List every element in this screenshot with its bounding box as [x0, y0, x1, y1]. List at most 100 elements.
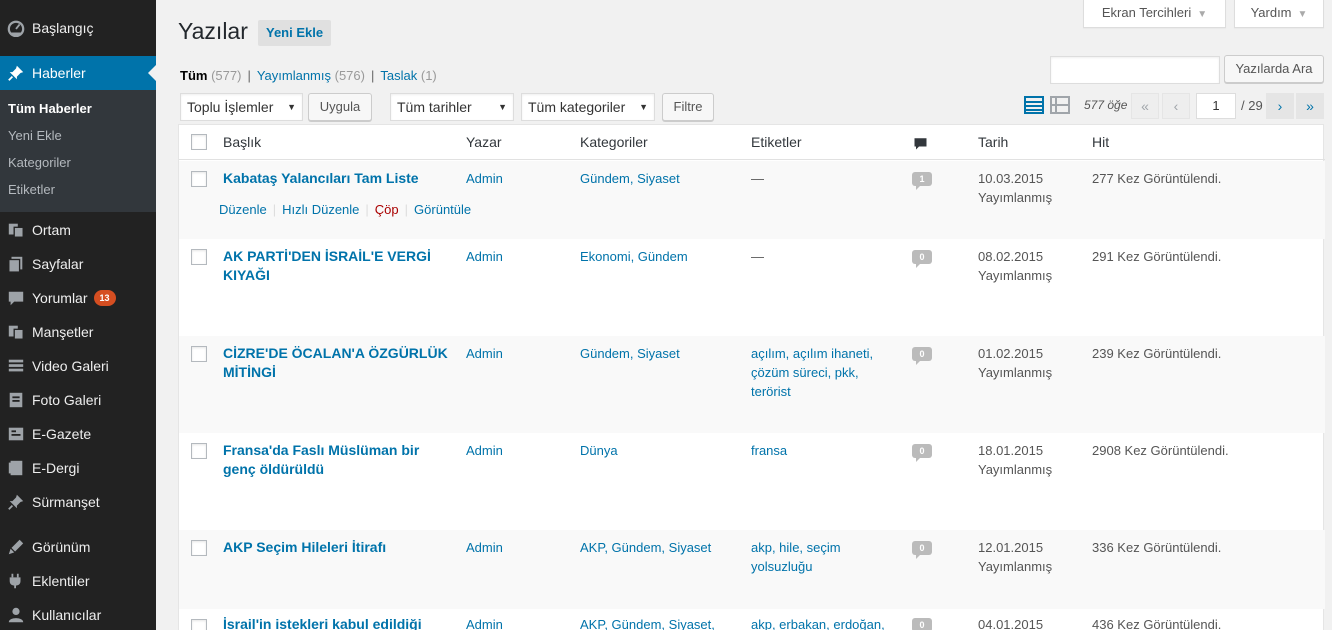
- menu-item-news[interactable]: Haberler: [0, 56, 156, 90]
- view-draft-link[interactable]: Taslak (1): [380, 68, 436, 83]
- menu-item-plugins[interactable]: Eklentiler: [0, 564, 156, 598]
- menu-item-dashboard[interactable]: Başlangıç: [0, 11, 156, 45]
- row-checkbox[interactable]: [191, 171, 207, 187]
- post-title-link[interactable]: CİZRE'DE ÖCALAN'A ÖZGÜRLÜK: [223, 344, 453, 363]
- table-row: CİZRE'DE ÖCALAN'A ÖZGÜRLÜK MİTİNGİ Admin…: [179, 336, 1325, 433]
- menu-item-comments[interactable]: Yorumlar 13: [0, 281, 156, 315]
- view-published-label: Yayımlanmış: [256, 68, 331, 83]
- list-view-icon[interactable]: [1024, 95, 1044, 115]
- row-checkbox[interactable]: [191, 249, 207, 265]
- view-link[interactable]: Görüntüle: [414, 202, 471, 217]
- view-published-link[interactable]: Yayımlanmış (576): [257, 68, 365, 83]
- excerpt-view-icon[interactable]: [1050, 95, 1070, 115]
- post-categories[interactable]: Ekonomi, Gündem: [580, 247, 688, 266]
- post-author[interactable]: Admin: [466, 538, 503, 557]
- menu-item-media[interactable]: Ortam: [0, 213, 156, 247]
- comment-count-bubble[interactable]: 0: [912, 250, 932, 268]
- post-author[interactable]: Admin: [466, 344, 503, 363]
- post-author[interactable]: Admin: [466, 247, 503, 266]
- submenu-add-new[interactable]: Yeni Ekle: [8, 128, 62, 143]
- post-tags-line2[interactable]: çözüm süreci, pkk,: [751, 363, 873, 382]
- dates-value: Tüm tarihler: [397, 99, 472, 115]
- table-row: İsrail'in istekleri kabul edildiği Admin…: [179, 609, 1325, 630]
- post-tags-line3[interactable]: terörist: [751, 382, 873, 401]
- row-checkbox[interactable]: [191, 443, 207, 459]
- submenu-all-news[interactable]: Tüm Haberler: [8, 101, 92, 116]
- menu-item-headlines[interactable]: Manşetler: [0, 315, 156, 349]
- apply-button[interactable]: Uygula: [308, 93, 372, 121]
- post-title-link[interactable]: AKP Seçim Hileleri İtirafı: [223, 538, 453, 557]
- menu-item-photo-gallery[interactable]: Foto Galeri: [0, 383, 156, 417]
- trash-link[interactable]: Çöp: [375, 202, 399, 217]
- bulk-actions-select[interactable]: Toplu İşlemler ▼: [180, 93, 303, 121]
- last-page-button[interactable]: »: [1296, 93, 1324, 119]
- post-author[interactable]: Admin: [466, 441, 503, 460]
- menu-item-appearance[interactable]: Görünüm: [0, 530, 156, 564]
- post-categories[interactable]: AKP, Gündem, Siyaset,: [580, 615, 715, 630]
- column-title-header[interactable]: Başlık: [223, 134, 261, 150]
- post-title-link-line2[interactable]: KIYAĞI: [223, 266, 453, 285]
- next-page-button[interactable]: ›: [1266, 93, 1294, 119]
- menu-item-pages[interactable]: Sayfalar: [0, 247, 156, 281]
- post-tags[interactable]: akp, erbakan, erdoğan,: [751, 615, 885, 630]
- prev-page-button[interactable]: ‹: [1162, 93, 1190, 119]
- search-posts-button[interactable]: Yazılarda Ara: [1224, 55, 1324, 83]
- edit-link[interactable]: Düzenle: [219, 202, 267, 217]
- post-status-views: Tüm (577) | Yayımlanmış (576) | Taslak (1): [180, 68, 437, 83]
- help-tab[interactable]: Yardım ▼: [1234, 0, 1324, 28]
- row-checkbox[interactable]: [191, 346, 207, 362]
- post-title-cell: Kabataş Yalancıları Tam Liste: [223, 169, 453, 188]
- post-categories[interactable]: Dünya: [580, 441, 618, 460]
- magazine-icon: [0, 459, 32, 477]
- menu-item-users[interactable]: Kullanıcılar: [0, 598, 156, 630]
- post-title-link[interactable]: Fransa'da Faslı Müslüman bir: [223, 441, 453, 460]
- screen-options-tab[interactable]: Ekran Tercihleri ▼: [1083, 0, 1226, 28]
- column-date-header[interactable]: Tarih: [978, 134, 1008, 150]
- first-page-button[interactable]: «: [1131, 93, 1159, 119]
- quick-edit-link[interactable]: Hızlı Düzenle: [282, 202, 359, 217]
- view-all-link[interactable]: Tüm (577): [180, 68, 241, 83]
- comment-count-bubble[interactable]: 0: [912, 444, 932, 462]
- dates-select[interactable]: Tüm tarihler ▼: [390, 93, 514, 121]
- search-input[interactable]: [1050, 56, 1220, 84]
- submenu-tags[interactable]: Etiketler: [8, 182, 55, 197]
- comment-count-bubble[interactable]: 0: [912, 618, 932, 630]
- add-new-button[interactable]: Yeni Ekle: [258, 20, 332, 46]
- menu-item-video-gallery[interactable]: Video Galeri: [0, 349, 156, 383]
- actions-separator: |: [404, 202, 409, 217]
- post-title-link[interactable]: AK PARTİ'DEN İSRAİL'E VERGİ: [223, 247, 453, 266]
- post-status: Yayımlanmış: [978, 268, 1053, 283]
- post-author[interactable]: Admin: [466, 615, 503, 630]
- post-tags-line2[interactable]: yolsuzluğu: [751, 557, 841, 576]
- filter-button[interactable]: Filtre: [662, 93, 714, 121]
- view-draft-count: (1): [420, 68, 437, 83]
- post-tags-line1[interactable]: açılım, açılım ihaneti,: [751, 344, 873, 363]
- post-title-link-line2[interactable]: MİTİNGİ: [223, 363, 453, 382]
- table-row: Kabataş Yalancıları Tam Liste Düzenle | Hı…: [179, 161, 1325, 239]
- menu-item-e-newspaper[interactable]: E-Gazete: [0, 417, 156, 451]
- post-categories[interactable]: Gündem, Siyaset: [580, 344, 680, 363]
- comment-count-bubble[interactable]: 0: [912, 541, 932, 559]
- select-all-checkbox[interactable]: [191, 134, 207, 150]
- post-title-cell: AKP Seçim Hileleri İtirafı: [223, 538, 453, 557]
- view-all-count: (577): [211, 68, 242, 83]
- post-tags-line1[interactable]: akp, hile, seçim: [751, 538, 841, 557]
- post-title-link[interactable]: Kabataş Yalancıları Tam Liste: [223, 169, 453, 188]
- post-categories[interactable]: Gündem, Siyaset: [580, 169, 680, 188]
- menu-item-surmanset[interactable]: Sürmanşet: [0, 485, 156, 519]
- comment-count-bubble[interactable]: 1: [912, 172, 932, 190]
- post-tags[interactable]: fransa: [751, 441, 787, 460]
- row-checkbox[interactable]: [191, 619, 207, 630]
- comment-count-bubble[interactable]: 0: [912, 347, 932, 365]
- categories-select[interactable]: Tüm kategoriler ▼: [521, 93, 655, 121]
- post-title-link[interactable]: İsrail'in istekleri kabul edildiği: [223, 615, 453, 630]
- row-checkbox[interactable]: [191, 540, 207, 556]
- post-author[interactable]: Admin: [466, 169, 503, 188]
- post-title-link-line2[interactable]: genç öldürüldü: [223, 460, 453, 479]
- comments-column-icon[interactable]: [913, 136, 928, 154]
- appearance-icon: [0, 538, 32, 556]
- menu-item-e-magazine[interactable]: E-Dergi: [0, 451, 156, 485]
- submenu-categories[interactable]: Kategoriler: [8, 155, 71, 170]
- post-categories[interactable]: AKP, Gündem, Siyaset: [580, 538, 711, 557]
- current-page-input[interactable]: 1: [1196, 93, 1236, 119]
